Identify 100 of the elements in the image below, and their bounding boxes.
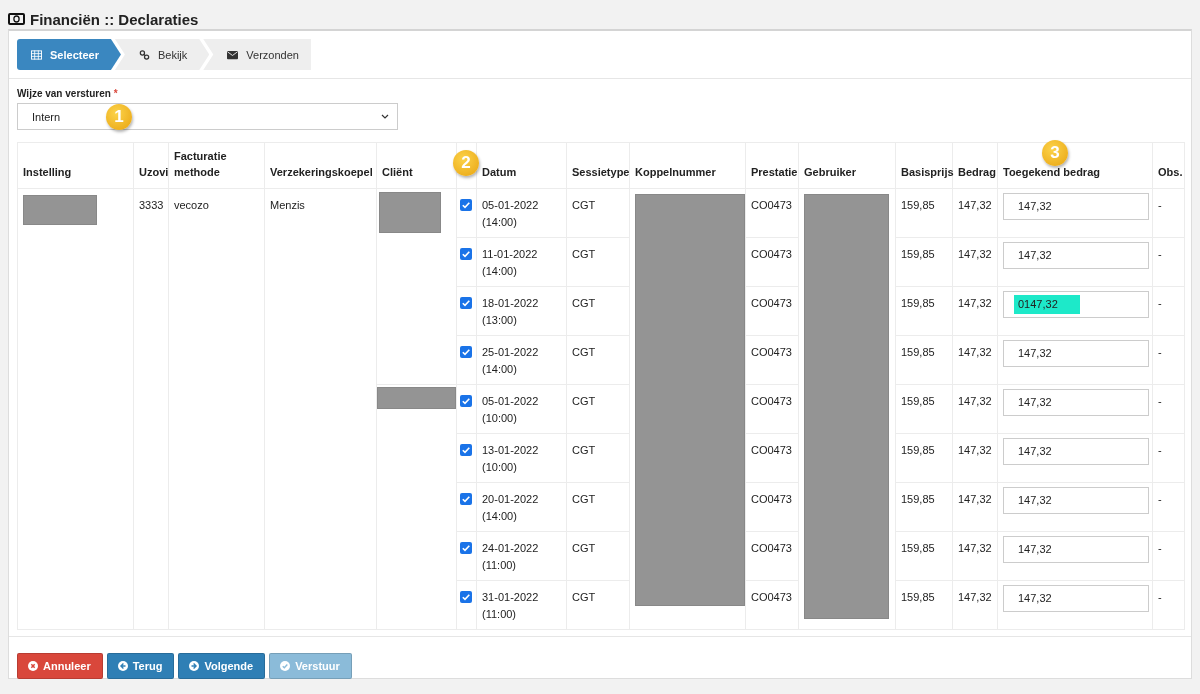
amount-field[interactable]: 147,32 [1003,242,1149,269]
step-tab[interactable]: Bekijk [114,39,210,70]
table-cell: CO0473 [751,346,792,358]
table-cell: - [1158,248,1162,260]
table-cell: 147,32 [958,444,992,456]
table-cell: CO0473 [751,297,792,309]
step-tab[interactable]: Selecteer [17,39,121,70]
date-cell-text: 05-01-2022 (14:00) [482,198,540,231]
table-cell: 147,32 [958,248,992,260]
required-mark: * [113,88,118,99]
table-cell: - [1158,346,1162,358]
date-cell-text: 25-01-2022 (14:00) [482,345,540,378]
table-cell: - [1158,444,1162,456]
table-cell: CO0473 [751,199,792,211]
table-cell: 159,85 [901,542,935,554]
table-cell: 159,85 [901,199,935,211]
table-cell: CGT [572,297,596,309]
table-cell: 147,32 [958,542,992,554]
checkbox[interactable] [460,542,472,554]
step-tab[interactable]: Verzonden [203,39,311,70]
arrow-right-icon [189,661,200,671]
table-cell: CGT [572,395,596,407]
money-icon [8,13,25,25]
table-cell: CGT [572,542,596,554]
annotation-badge: 1 [106,104,132,130]
column-header: Bedrag [958,166,996,179]
table-cell: 147,32 [958,297,992,309]
next-button[interactable]: Volgende [178,653,266,679]
close-icon [28,661,38,671]
column-header: Prestatie [751,166,798,179]
table-cell: - [1158,542,1162,554]
table-cell: 147,32 [958,346,992,358]
checkbox[interactable] [460,395,472,407]
amount-field[interactable]: 147,32 [1003,193,1149,220]
column-header: Datum [482,166,517,179]
checkbox[interactable] [460,591,472,603]
table-cell: 3333 [139,199,164,211]
checkbox[interactable] [460,444,472,456]
column-header: Uzovi [139,166,169,179]
table-cell: - [1158,493,1162,505]
table-cell: CO0473 [751,591,792,603]
check-icon [280,661,291,671]
table-cell: 159,85 [901,493,935,505]
table-cell: 147,32 [958,199,992,211]
field-label: Wijze van versturen [17,88,111,99]
checkbox[interactable] [460,297,472,309]
date-cell-text: 24-01-2022 (11:00) [482,541,540,574]
checkbox[interactable] [460,199,472,211]
amount-field[interactable]: 147,32 [1003,389,1149,416]
table-cell: 147,32 [958,493,992,505]
table-cell: CGT [572,346,596,358]
checkbox[interactable] [460,248,472,260]
amount-field[interactable]: 147,32 [1003,340,1149,367]
back-button[interactable]: Terug [106,653,175,679]
table-icon [31,49,42,60]
column-header: Koppelnummer [635,166,716,179]
table-cell: 147,32 [958,591,992,603]
table-cell: Menzis [270,199,305,211]
redaction-block [379,192,441,233]
envelope-icon [227,49,239,60]
caret-icon [381,114,389,119]
table-cell: 159,85 [901,395,935,407]
table-cell: CO0473 [751,444,792,456]
checkbox[interactable] [460,346,472,358]
table-cell: CO0473 [751,248,792,260]
table-cell: CGT [572,248,596,260]
page-title: Financiën :: Declaraties [30,10,199,28]
amount-field[interactable]: 0147,32 [1003,291,1149,318]
table-cell: CGT [572,199,596,211]
column-header: Instelling [23,166,72,179]
table-cell: CGT [572,444,596,456]
column-header: Obs. [1158,166,1183,179]
date-cell-text: 18-01-2022 (13:00) [482,296,540,329]
table-cell: - [1158,297,1162,309]
date-cell-text: 11-01-2022 (14:00) [482,247,539,280]
cancel-button[interactable]: Annuleer [17,653,103,679]
link-icon [138,49,150,60]
column-header: Sessietype [572,166,630,179]
table-cell: 159,85 [901,297,935,309]
column-header: Facturatie methode [174,150,227,179]
table-cell: 159,85 [901,444,935,456]
arrow-left-icon [117,661,128,671]
column-header: Basisprijs [901,166,954,179]
annotation-badge: 3 [1042,140,1068,166]
table-cell: CO0473 [751,493,792,505]
table-cell: - [1158,591,1162,603]
checkbox[interactable] [460,493,472,505]
date-cell-text: 13-01-2022 (10:00) [482,443,540,476]
table-cell: CO0473 [751,395,792,407]
amount-field[interactable]: 147,32 [1003,487,1149,514]
column-header: Gebruiker [804,166,856,179]
table-cell: - [1158,395,1162,407]
column-header: Toegekend bedrag [1003,166,1100,179]
amount-field[interactable]: 147,32 [1003,438,1149,465]
amount-field[interactable]: 147,32 [1003,585,1149,612]
table-cell: 159,85 [901,346,935,358]
table-cell: - [1158,199,1162,211]
amount-field[interactable]: 147,32 [1003,536,1149,563]
table-cell: 159,85 [901,248,935,260]
table-cell: CGT [572,493,596,505]
